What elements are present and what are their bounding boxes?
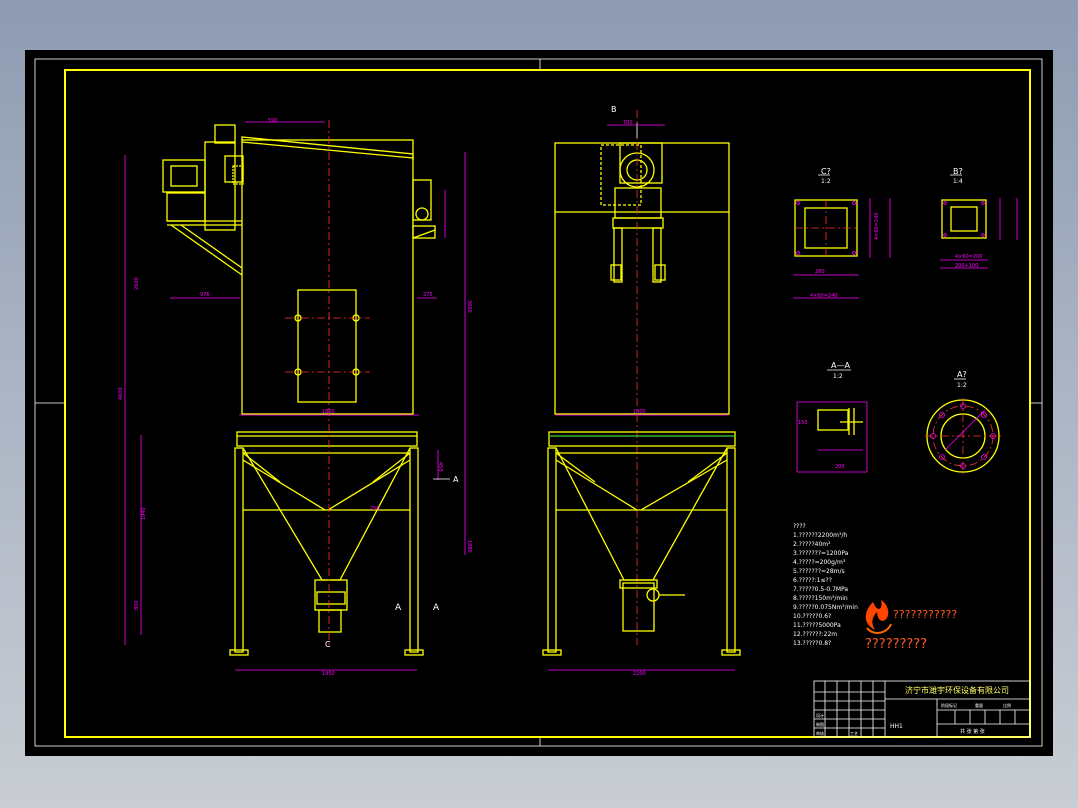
- svg-text:200: 200: [835, 464, 845, 470]
- tb-stage-label: 阶段标记: [941, 702, 957, 708]
- company-name: 济宁市潍宇环保设备有限公司: [905, 685, 1009, 695]
- svg-text:280: 280: [815, 269, 825, 275]
- detail-aa-scale: 1:2: [833, 373, 843, 380]
- detail-a-title: A?: [957, 370, 967, 379]
- svg-text:200+100: 200+100: [955, 263, 978, 269]
- svg-text:2600: 2600: [134, 277, 140, 290]
- svg-text:2200: 2200: [633, 671, 646, 677]
- note-line: 5.???????=28m/s: [793, 568, 845, 575]
- front-body: [241, 139, 414, 415]
- note-line: 1.??????2200m³/h: [793, 532, 847, 539]
- section-a-marker-right: A: [433, 603, 440, 613]
- svg-text:4×60=240: 4×60=240: [874, 213, 880, 240]
- note-line: 3.???????=1200Pa: [793, 550, 849, 557]
- svg-text:800: 800: [134, 600, 140, 610]
- svg-text:1800: 1800: [322, 409, 335, 415]
- note-line: 10.?????0.6?: [793, 613, 831, 620]
- note-line: 4.?????=200g/m³: [793, 559, 846, 566]
- detail-c: C? 1:2 280 4×60=240 4×60=240: [793, 167, 891, 299]
- drawing-sheet: 590 2600 3600 4600 1940 800 1880 1800 19…: [25, 50, 1053, 756]
- svg-text:590: 590: [268, 118, 278, 124]
- detail-a: A? 1:2: [925, 370, 1001, 474]
- svg-text:4×60=240: 4×60=240: [810, 293, 837, 299]
- svg-text:1950: 1950: [322, 671, 335, 677]
- section-b-marker: B: [611, 105, 617, 114]
- cad-drawing: 590 2600 3600 4600 1940 800 1880 1800 19…: [34, 58, 1043, 747]
- note-line: 12.??????:22m: [793, 631, 837, 638]
- svg-text:1940: 1940: [141, 507, 147, 520]
- tb-row-label: 审核: [816, 730, 824, 736]
- svg-text:976: 976: [200, 292, 210, 298]
- svg-text:275: 275: [423, 292, 433, 298]
- note-line: 7.?????0.5-0.7MPa: [793, 586, 848, 593]
- tb-stage-label: 比例: [1003, 702, 1011, 708]
- section-a-marker-left: A: [395, 603, 402, 613]
- svg-text:1800: 1800: [633, 409, 646, 415]
- company-logo: ??????????? ?????????: [865, 600, 957, 652]
- title-block: 济宁市潍宇环保设备有限公司 HH1 设计 制图 审核 工艺 阶段标记 重量 比例…: [813, 680, 1031, 738]
- section-a-marker-side: A: [453, 475, 459, 484]
- tb-row-label: 设计: [816, 712, 824, 718]
- note-line: 8.?????150m³/min: [793, 595, 848, 602]
- logo-line2: ?????????: [865, 637, 927, 652]
- note-line: 13.?????0.8?: [793, 640, 831, 647]
- side-view: B 1800 2200 700: [542, 105, 741, 677]
- note-line: 6.?????:1≤??: [793, 577, 832, 584]
- note-line: 9.?????0.075Nm³/min: [793, 604, 858, 611]
- detail-aa: A—A 1:2 200 150: [796, 361, 868, 473]
- svg-text:1880: 1880: [466, 540, 472, 553]
- detail-b-scale: 1:4: [953, 178, 963, 185]
- technical-notes: ???? 1.??????2200m³/h 2.?????40m² 3.????…: [793, 523, 858, 647]
- front-view: 590 2600 3600 4600 1940 800 1880 1800 19…: [118, 118, 472, 677]
- detail-b: B? 1:4 4×60=200 200+100: [940, 167, 1018, 269]
- tb-row-label: 工艺: [850, 731, 858, 736]
- sheet-info: 共 张 第 张: [960, 728, 985, 735]
- leg: [234, 447, 244, 653]
- svg-text:150: 150: [798, 420, 808, 426]
- svg-text:450: 450: [437, 462, 443, 472]
- svg-text:750: 750: [370, 506, 380, 512]
- tb-stage-label: 重量: [975, 702, 983, 708]
- tb-row-label: 制图: [816, 721, 824, 727]
- svg-text:4×60=200: 4×60=200: [955, 254, 982, 260]
- motor: [162, 159, 206, 193]
- logo-line1: ???????????: [893, 608, 957, 621]
- drawing-code: HH1: [890, 723, 903, 730]
- note-line: 11.?????5000Pa: [793, 622, 841, 629]
- svg-text:4600: 4600: [118, 387, 124, 400]
- detail-a-scale: 1:2: [957, 382, 967, 389]
- detail-aa-title: A—A: [831, 361, 850, 370]
- svg-text:700: 700: [623, 120, 633, 126]
- hopper: [242, 447, 411, 581]
- notes-heading: ????: [793, 523, 806, 530]
- fan-housing: [204, 141, 236, 231]
- access-door: [297, 289, 357, 403]
- detail-c-scale: 1:2: [821, 178, 831, 185]
- svg-text:3600: 3600: [466, 300, 472, 313]
- note-line: 2.?????40m²: [793, 541, 831, 548]
- section-c-marker: C: [325, 640, 331, 649]
